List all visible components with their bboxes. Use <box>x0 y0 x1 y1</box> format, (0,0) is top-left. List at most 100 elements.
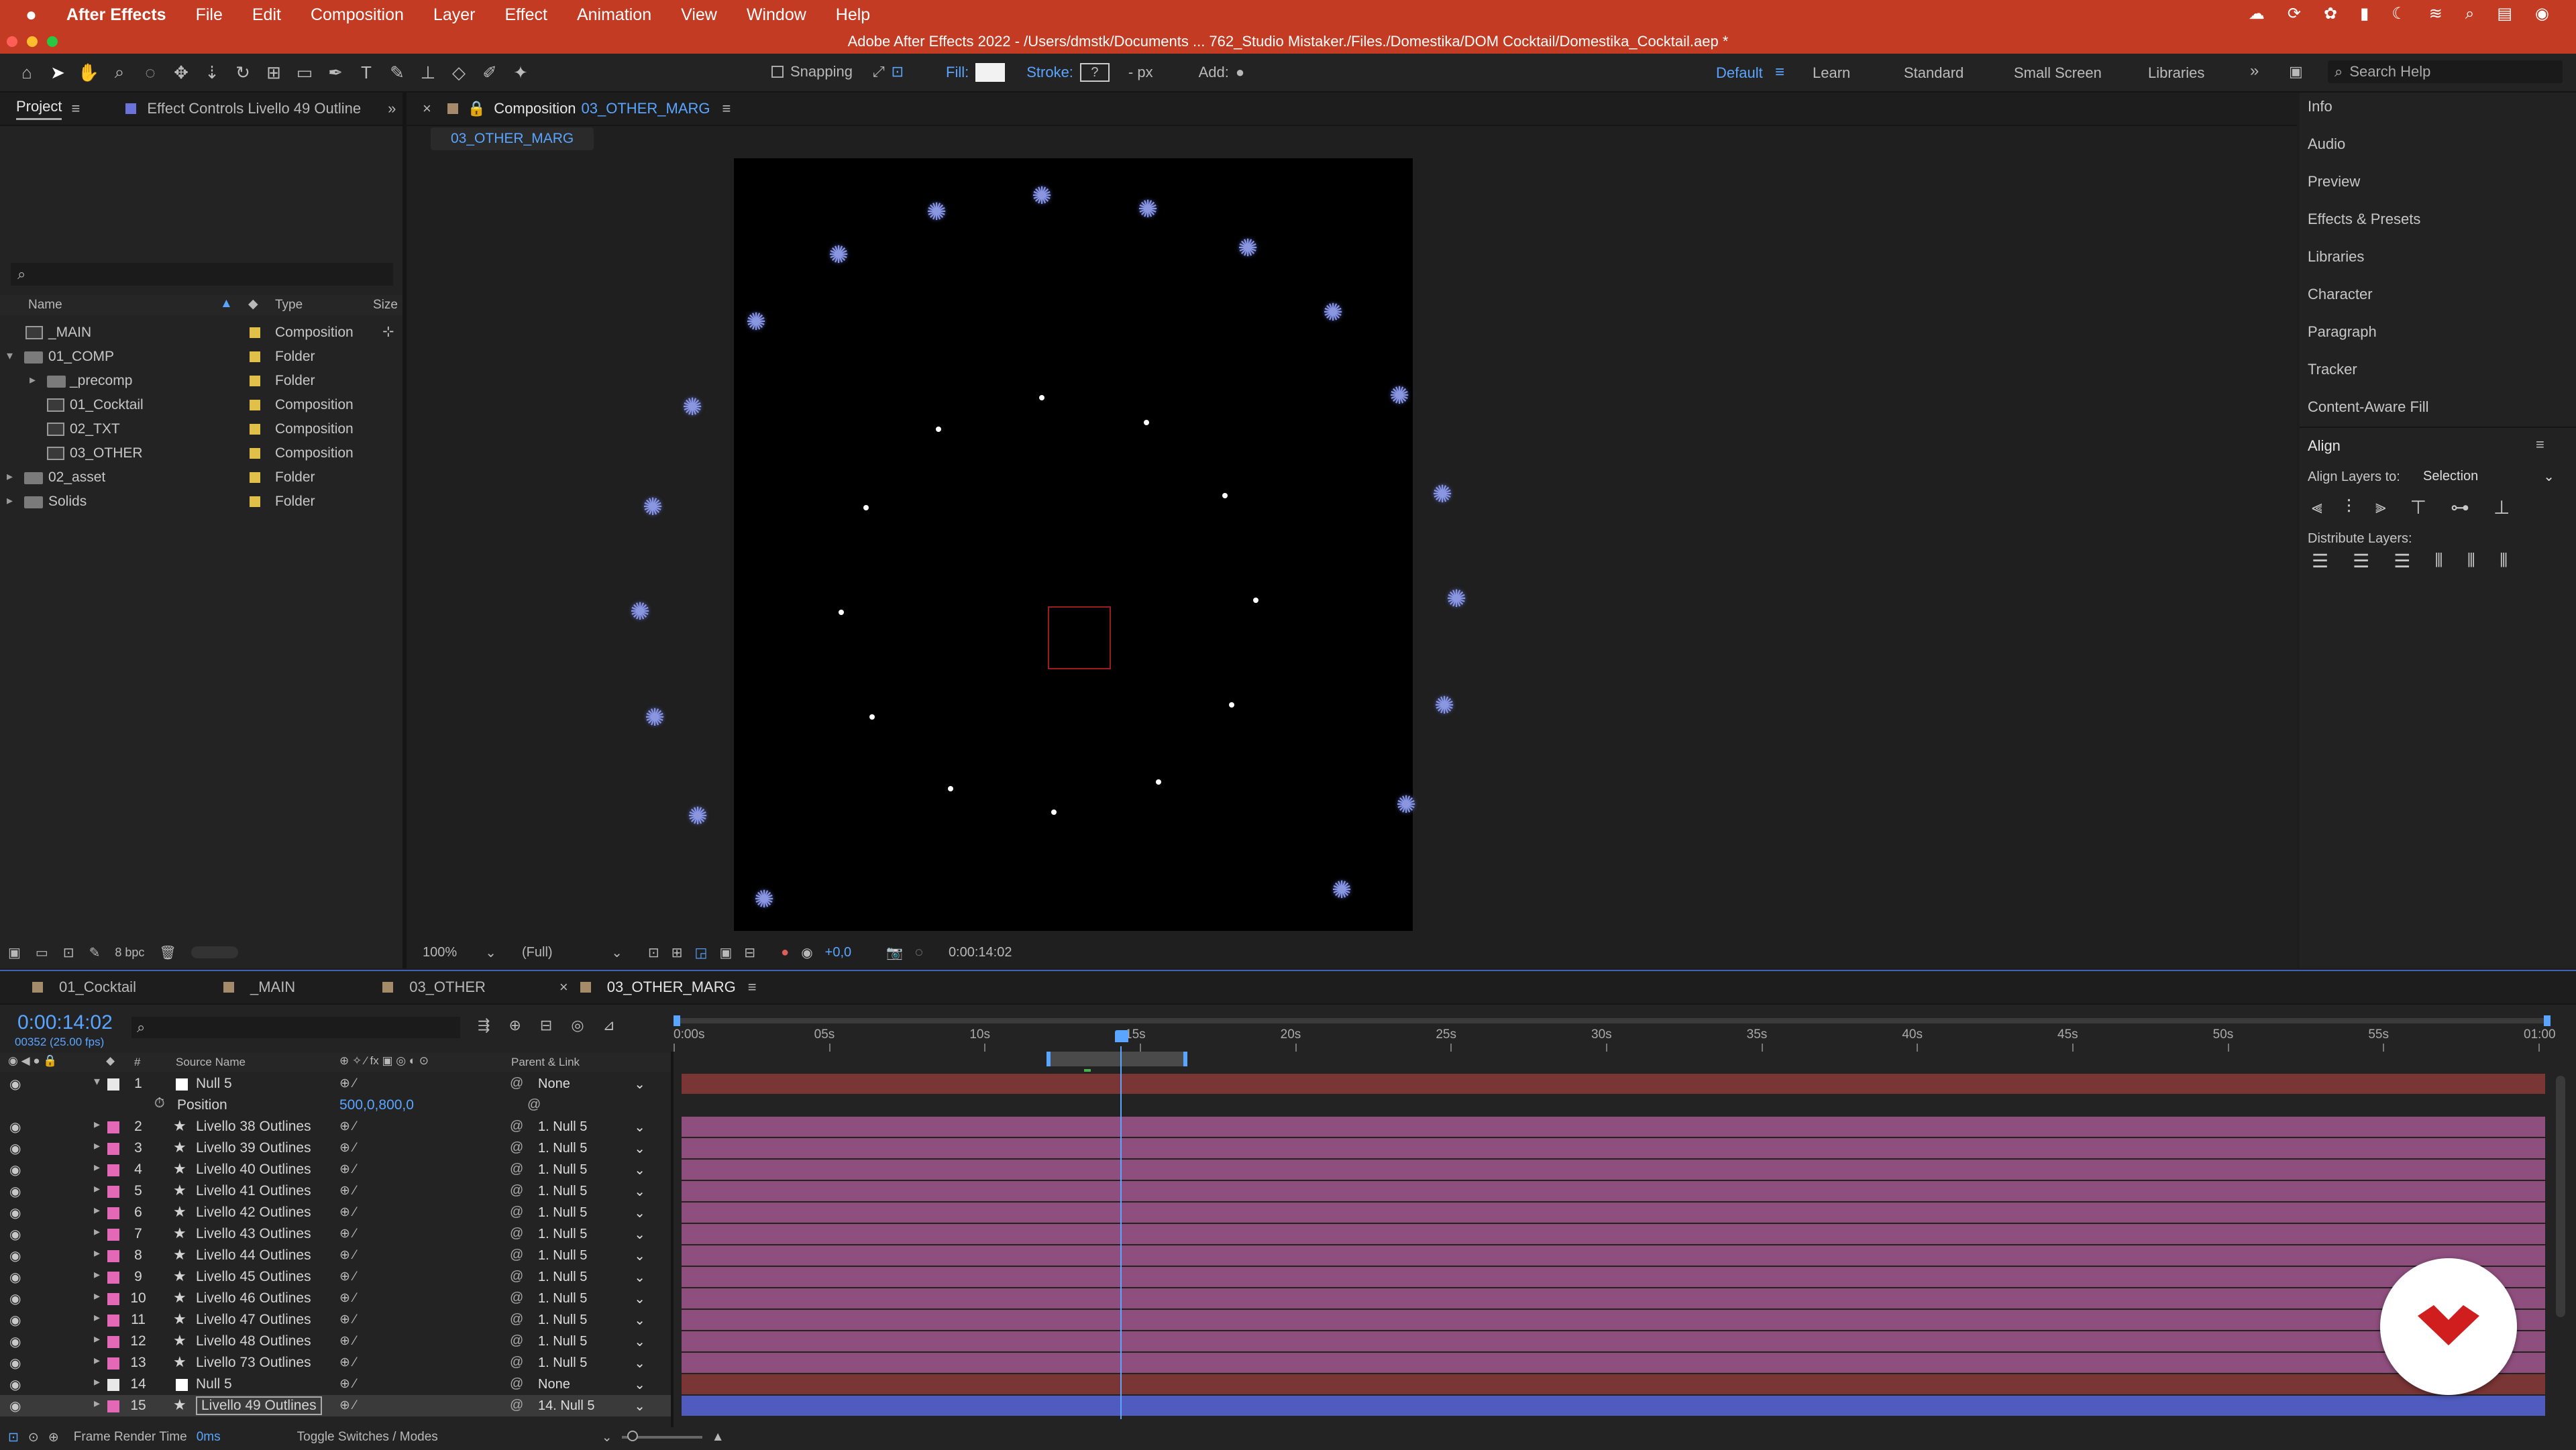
collapsed-triangle-icon[interactable]: ▸ <box>7 494 13 508</box>
layer-row[interactable]: ◉ ▸ 2 ★ Livello 38 Outlines ⊕ ⁄ @1. Null 5 ⌄ <box>0 1116 671 1137</box>
motion-blur-icon[interactable]: ◎ <box>571 1017 584 1034</box>
snowflake-shape[interactable]: ✺ <box>1432 482 1452 506</box>
render-time-icon[interactable]: ⊙ <box>28 1430 39 1445</box>
menu-animation[interactable]: Animation <box>577 5 651 25</box>
adjust-project-settings-icon[interactable]: ✎ <box>89 944 101 961</box>
snowflake-shape[interactable]: ✺ <box>746 310 766 334</box>
visibility-eye-icon[interactable]: ◉ <box>9 1333 21 1350</box>
layer-row[interactable]: ◉ ▸ 7 ★ Livello 43 Outlines ⊕ ⁄ @1. Null 5 ⌄ <box>0 1223 671 1245</box>
parent-dropdown[interactable]: 1. Null 5 ⌄ <box>538 1333 645 1350</box>
label-color-chip[interactable] <box>107 1229 119 1241</box>
snowflake-shape[interactable]: ✺ <box>682 395 702 419</box>
expand-triangle-icon[interactable]: ▸ <box>94 1160 100 1174</box>
fast-previews-icon[interactable]: ⊡ <box>648 944 659 961</box>
brush-tool-icon[interactable]: ✎ <box>384 59 411 86</box>
menu-effect[interactable]: Effect <box>504 5 547 25</box>
home-icon[interactable]: ⌂ <box>13 59 40 86</box>
puppet-tool-icon[interactable]: ✦ <box>507 59 534 86</box>
panel-info[interactable]: Info <box>2308 98 2332 115</box>
layer-switches-icons[interactable]: ⊕ ⁄ <box>339 1355 356 1370</box>
layer-duration-bar[interactable] <box>682 1224 2545 1244</box>
layer-switches-icons[interactable]: ⊕ ⁄ <box>339 1162 356 1177</box>
pick-whip-icon[interactable]: @ <box>510 1312 523 1327</box>
sync-icon[interactable]: ⟳ <box>2288 4 2301 23</box>
maximize-window-button[interactable] <box>47 36 58 47</box>
orbit-tool-icon[interactable]: ◌ <box>137 59 164 86</box>
snowflake-shape[interactable]: ✺ <box>828 243 849 267</box>
dot-shape[interactable] <box>839 610 844 615</box>
layer-switches-icons[interactable]: ⊕ ⁄ <box>339 1076 356 1091</box>
flowchart-icon[interactable]: ⊹ <box>382 323 394 340</box>
expand-triangle-icon[interactable]: ▸ <box>94 1353 100 1368</box>
flower-icon[interactable]: ✿ <box>2324 4 2337 23</box>
panel-audio[interactable]: Audio <box>2308 135 2345 153</box>
layer-row[interactable]: ◉ ▸ 5 ★ Livello 41 Outlines ⊕ ⁄ @1. Null 5 ⌄ <box>0 1180 671 1202</box>
layer-switches-icons[interactable]: ⊕ ⁄ <box>339 1140 356 1156</box>
dolly-tool-icon[interactable]: ⇣ <box>199 59 225 86</box>
expand-triangle-icon[interactable]: ▸ <box>94 1225 100 1239</box>
zoom-out-icon[interactable]: ⌄ <box>602 1430 612 1445</box>
label-color-chip[interactable] <box>107 1164 119 1176</box>
layer-name[interactable]: Livello 39 Outlines <box>196 1140 311 1156</box>
label-color-chip[interactable] <box>107 1293 119 1305</box>
time-ruler[interactable]: 0:00s 05s 10s 15s 20s 25s 30s 35s 40s 45s 50s 55s 01… <box>674 1026 2556 1052</box>
pick-whip-icon[interactable]: @ <box>510 1119 523 1134</box>
parent-dropdown[interactable]: None ⌄ <box>538 1376 645 1393</box>
snowflake-shape[interactable]: ✺ <box>630 600 650 624</box>
panel-align[interactable]: Align <box>2308 437 2341 455</box>
layer-row[interactable]: ◉ ▸ 9 ★ Livello 45 Outlines ⊕ ⁄ @1. Null 5 ⌄ <box>0 1266 671 1288</box>
pick-whip-icon[interactable]: @ <box>510 1355 523 1370</box>
timeline-zoom-slider[interactable] <box>621 1431 702 1441</box>
playhead-handle[interactable] <box>1115 1030 1128 1042</box>
flag-icon[interactable]: ▮ <box>2360 4 2369 23</box>
pick-whip-icon[interactable]: @ <box>510 1140 523 1156</box>
pick-whip-icon[interactable]: @ <box>510 1333 523 1349</box>
workspace-default[interactable]: Default <box>1716 64 1763 82</box>
mask-visibility-icon[interactable]: ◲ <box>695 944 708 961</box>
layer-row[interactable]: ◉ ▸ 15 ★ Livello 49 Outlines ⊕ ⁄ @14. Null 5 ⌄ <box>0 1395 671 1416</box>
layer-duration-bar[interactable] <box>682 1181 2545 1201</box>
layer-duration-bar[interactable] <box>682 1288 2545 1308</box>
layer-row[interactable]: ◉ ▸ 4 ★ Livello 40 Outlines ⊕ ⁄ @1. Null 5 ⌄ <box>0 1159 671 1180</box>
layer-switches-icons[interactable]: ⊕ ⁄ <box>339 1333 356 1349</box>
label-color-chip[interactable] <box>107 1272 119 1284</box>
layer-duration-bar[interactable] <box>682 1245 2545 1266</box>
align-vertical-center-icon[interactable]: ⊶ <box>2451 496 2469 518</box>
shy-layers-icon[interactable]: ⊟ <box>540 1017 552 1034</box>
work-area-bar[interactable] <box>674 1015 2551 1026</box>
layer-duration-bar[interactable] <box>682 1074 2545 1094</box>
timeline-tab-main[interactable]: _MAIN <box>250 979 295 996</box>
selection-tool-icon[interactable]: ➤ <box>44 59 71 86</box>
snap-options-icon[interactable]: ⤢ <box>873 63 885 80</box>
pan-behind-tool-icon[interactable]: ⊞ <box>260 59 287 86</box>
visibility-eye-icon[interactable]: ◉ <box>9 1312 21 1329</box>
pick-whip-icon[interactable]: @ <box>510 1076 523 1091</box>
roto-brush-tool-icon[interactable]: ✐ <box>476 59 503 86</box>
app-menu[interactable]: After Effects <box>66 5 166 25</box>
project-search[interactable]: ⌕ <box>11 263 393 286</box>
panel-effects-presets[interactable]: Effects & Presets <box>2308 211 2420 228</box>
parent-dropdown[interactable]: 1. Null 5 ⌄ <box>538 1183 645 1200</box>
parent-dropdown[interactable]: 1. Null 5 ⌄ <box>538 1226 645 1243</box>
layer-name[interactable]: Livello 46 Outlines <box>196 1290 311 1306</box>
parent-dropdown[interactable]: 1. Null 5 ⌄ <box>538 1290 645 1307</box>
preview-range[interactable] <box>1046 1052 1187 1066</box>
pick-whip-icon[interactable]: @ <box>510 1162 523 1177</box>
workspace-toggle-icon[interactable]: ▣ <box>2289 63 2303 80</box>
snowflake-shape[interactable]: ✺ <box>645 706 665 730</box>
toggle-footer-icon[interactable]: ⊡ <box>8 1430 19 1445</box>
playhead[interactable] <box>1115 1030 1131 1048</box>
expand-triangle-icon[interactable]: ▸ <box>94 1332 100 1346</box>
label-color-chip[interactable] <box>107 1250 119 1262</box>
align-right-icon[interactable]: ⫸ <box>2375 496 2386 518</box>
clone-stamp-tool-icon[interactable]: ⊥ <box>415 59 441 86</box>
align-to-dropdown[interactable]: Selection ⌄ <box>2423 468 2555 485</box>
visibility-eye-icon[interactable]: ◉ <box>9 1355 21 1372</box>
workspace-standard[interactable]: Standard <box>1904 64 1964 82</box>
visibility-eye-icon[interactable]: ◉ <box>9 1398 21 1414</box>
interpret-footage-icon[interactable]: ▣ <box>8 944 21 961</box>
label-color-chip[interactable] <box>107 1186 119 1198</box>
snowflake-shape[interactable]: ✺ <box>1396 793 1416 817</box>
snowflake-shape[interactable]: ✺ <box>643 495 663 519</box>
layer-name[interactable]: Null 5 <box>196 1376 232 1392</box>
